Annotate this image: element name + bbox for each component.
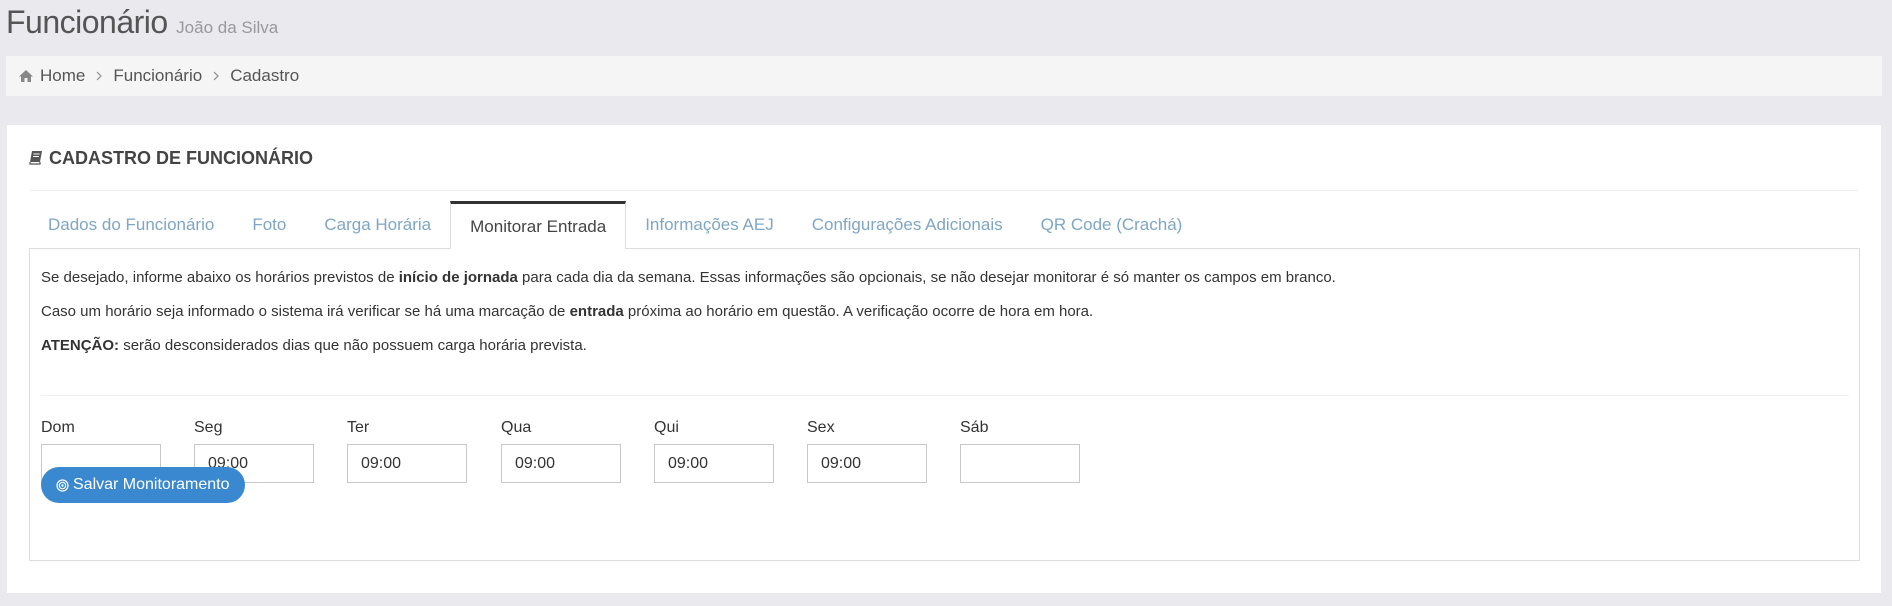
page-title: Funcionário (6, 4, 168, 40)
home-icon (19, 70, 33, 82)
day-field-sex: Sex (807, 419, 927, 483)
save-button-label: Salvar Monitoramento (73, 476, 230, 493)
sex-time-input[interactable] (807, 444, 927, 483)
day-label: Sáb (960, 419, 989, 436)
breadcrumb: Home Funcionário Cadastro (6, 56, 1882, 96)
tab-informacoes-aej[interactable]: Informações AEJ (626, 201, 793, 249)
info-text: Se desejado, informe abaixo os horários … (41, 269, 399, 286)
portlet-caption: CADASTRO DE FUNCIONÁRIO (49, 148, 313, 168)
tab-configuracoes-adicionais[interactable]: Configurações Adicionais (793, 201, 1022, 249)
breadcrumb-funcionario-link[interactable]: Funcionário (113, 66, 202, 86)
day-label: Seg (194, 419, 223, 436)
chevron-right-icon (213, 71, 220, 81)
tab-foto[interactable]: Foto (233, 201, 305, 249)
portlet: CADASTRO DE FUNCIONÁRIO Dados do Funcion… (7, 125, 1881, 593)
warning-label: ATENÇÃO: (41, 337, 120, 354)
info-text: próxima ao horário em questão. A verific… (623, 303, 1094, 320)
info-text: Caso um horário seja informado o sistema… (41, 303, 570, 320)
tab-carga-horaria[interactable]: Carga Horária (305, 201, 450, 249)
qua-time-input[interactable] (501, 444, 621, 483)
day-label: Ter (347, 419, 370, 436)
day-field-qui: Qui (654, 419, 774, 483)
chevron-right-icon (96, 71, 103, 81)
tab-qr-code[interactable]: QR Code (Crachá) (1022, 201, 1202, 249)
tab-dados-funcionario[interactable]: Dados do Funcionário (29, 201, 233, 249)
page-header: Funcionário João da Silva (6, 4, 278, 41)
sab-time-input[interactable] (960, 444, 1080, 483)
tab-monitorar-entrada[interactable]: Monitorar Entrada (450, 201, 627, 249)
info-text: serão desconsiderados dias que não possu… (119, 337, 587, 354)
day-label: Qui (654, 419, 679, 436)
day-field-qua: Qua (501, 419, 621, 483)
day-field-sab: Sáb (960, 419, 1080, 483)
info-bold-text: entrada (569, 303, 624, 320)
info-bold-text: início de jornada (398, 269, 518, 286)
info-text: para cada dia da semana. Essas informaçõ… (517, 269, 1336, 286)
book-icon (29, 151, 42, 165)
day-label: Dom (41, 419, 75, 436)
tab-content: Se desejado, informe abaixo os horários … (29, 248, 1860, 561)
save-monitoring-button[interactable]: Salvar Monitoramento (41, 467, 245, 503)
day-field-ter: Ter (347, 419, 467, 483)
ter-time-input[interactable] (347, 444, 467, 483)
day-label: Sex (807, 419, 835, 436)
breadcrumb-current: Cadastro (230, 66, 300, 85)
target-icon (56, 478, 69, 492)
info-paragraph-1: Se desejado, informe abaixo os horários … (41, 269, 1336, 286)
portlet-title: CADASTRO DE FUNCIONÁRIO (29, 147, 1859, 191)
info-paragraph-2: Caso um horário seja informado o sistema… (41, 303, 1093, 320)
tab-bar: Dados do Funcionário Foto Carga Horária … (29, 201, 1201, 249)
breadcrumb-home-link[interactable]: Home (40, 66, 85, 86)
day-label: Qua (501, 419, 532, 436)
page-subtitle: João da Silva (176, 18, 279, 37)
divider (41, 395, 1849, 396)
qui-time-input[interactable] (654, 444, 774, 483)
info-paragraph-3: ATENÇÃO: serão desconsiderados dias que … (41, 337, 587, 354)
